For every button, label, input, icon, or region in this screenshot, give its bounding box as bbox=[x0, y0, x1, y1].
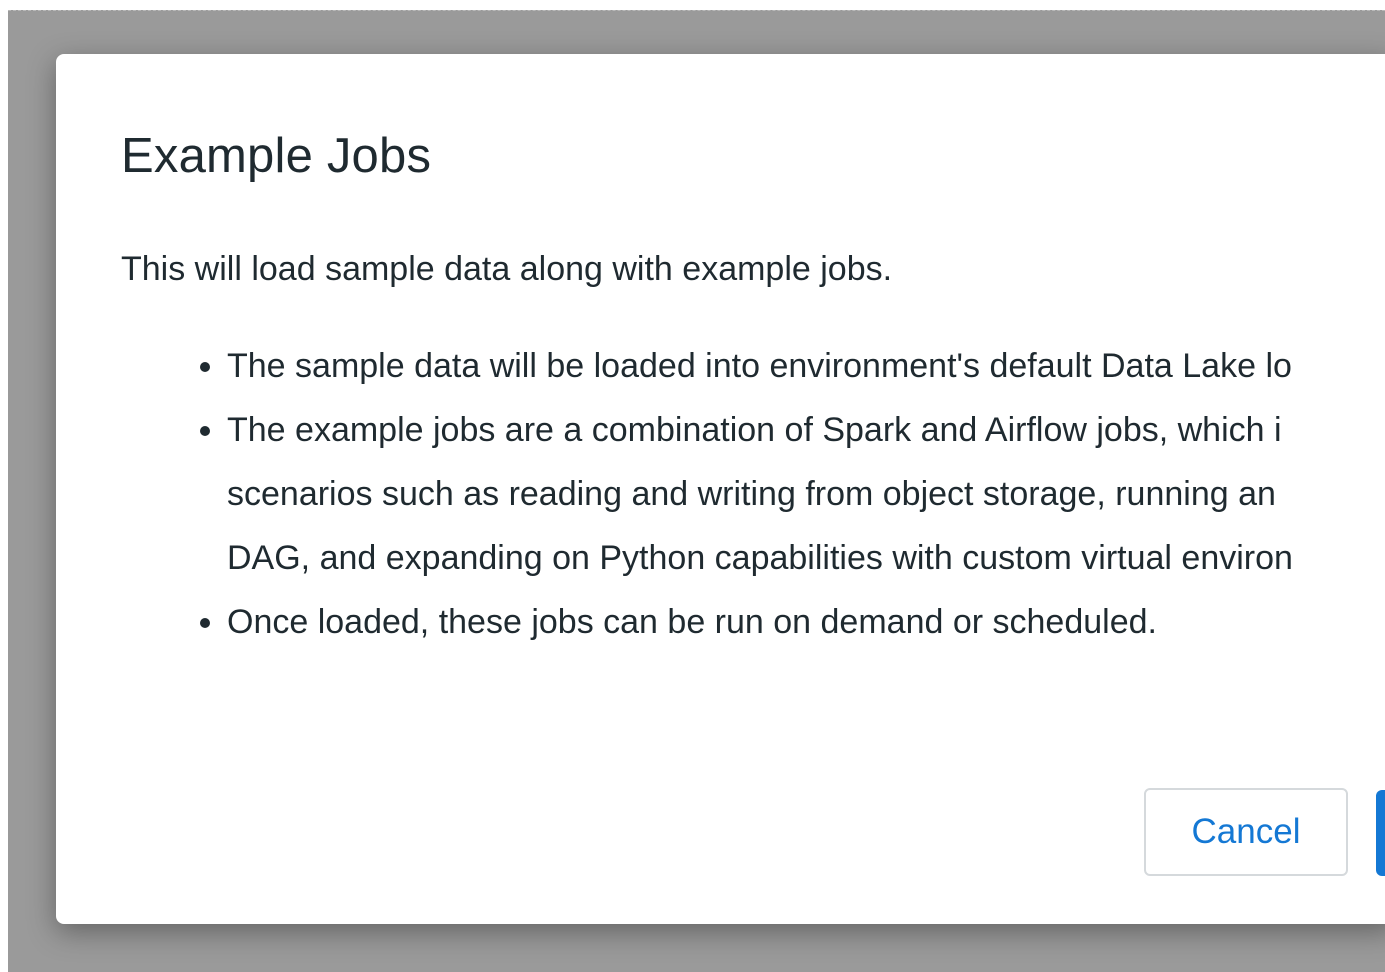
bullet-text-line: The example jobs are a combination of Sp… bbox=[227, 411, 1282, 449]
dialog-intro-text: This will load sample data along with ex… bbox=[121, 250, 893, 288]
dialog-bullet-list: The sample data will be loaded into envi… bbox=[186, 334, 1385, 654]
bullet-text-line: DAG, and expanding on Python capabilitie… bbox=[227, 539, 1293, 577]
example-jobs-dialog: Example Jobs This will load sample data … bbox=[56, 54, 1385, 924]
bullet-item-data-location: The sample data will be loaded into envi… bbox=[227, 334, 1385, 398]
cancel-button[interactable]: Cancel bbox=[1144, 788, 1348, 876]
confirm-button[interactable] bbox=[1376, 790, 1385, 876]
bullet-item-example-jobs: The example jobs are a combination of Sp… bbox=[227, 398, 1385, 590]
bullet-item-run-schedule: Once loaded, these jobs can be run on de… bbox=[227, 590, 1385, 654]
backdrop-dashed-edge bbox=[8, 10, 1385, 11]
bullet-text-line: scenarios such as reading and writing fr… bbox=[227, 475, 1276, 513]
bullet-text-line: Once loaded, these jobs can be run on de… bbox=[227, 603, 1157, 641]
dialog-title: Example Jobs bbox=[121, 129, 432, 183]
bullet-text-line: The sample data will be loaded into envi… bbox=[227, 347, 1292, 385]
